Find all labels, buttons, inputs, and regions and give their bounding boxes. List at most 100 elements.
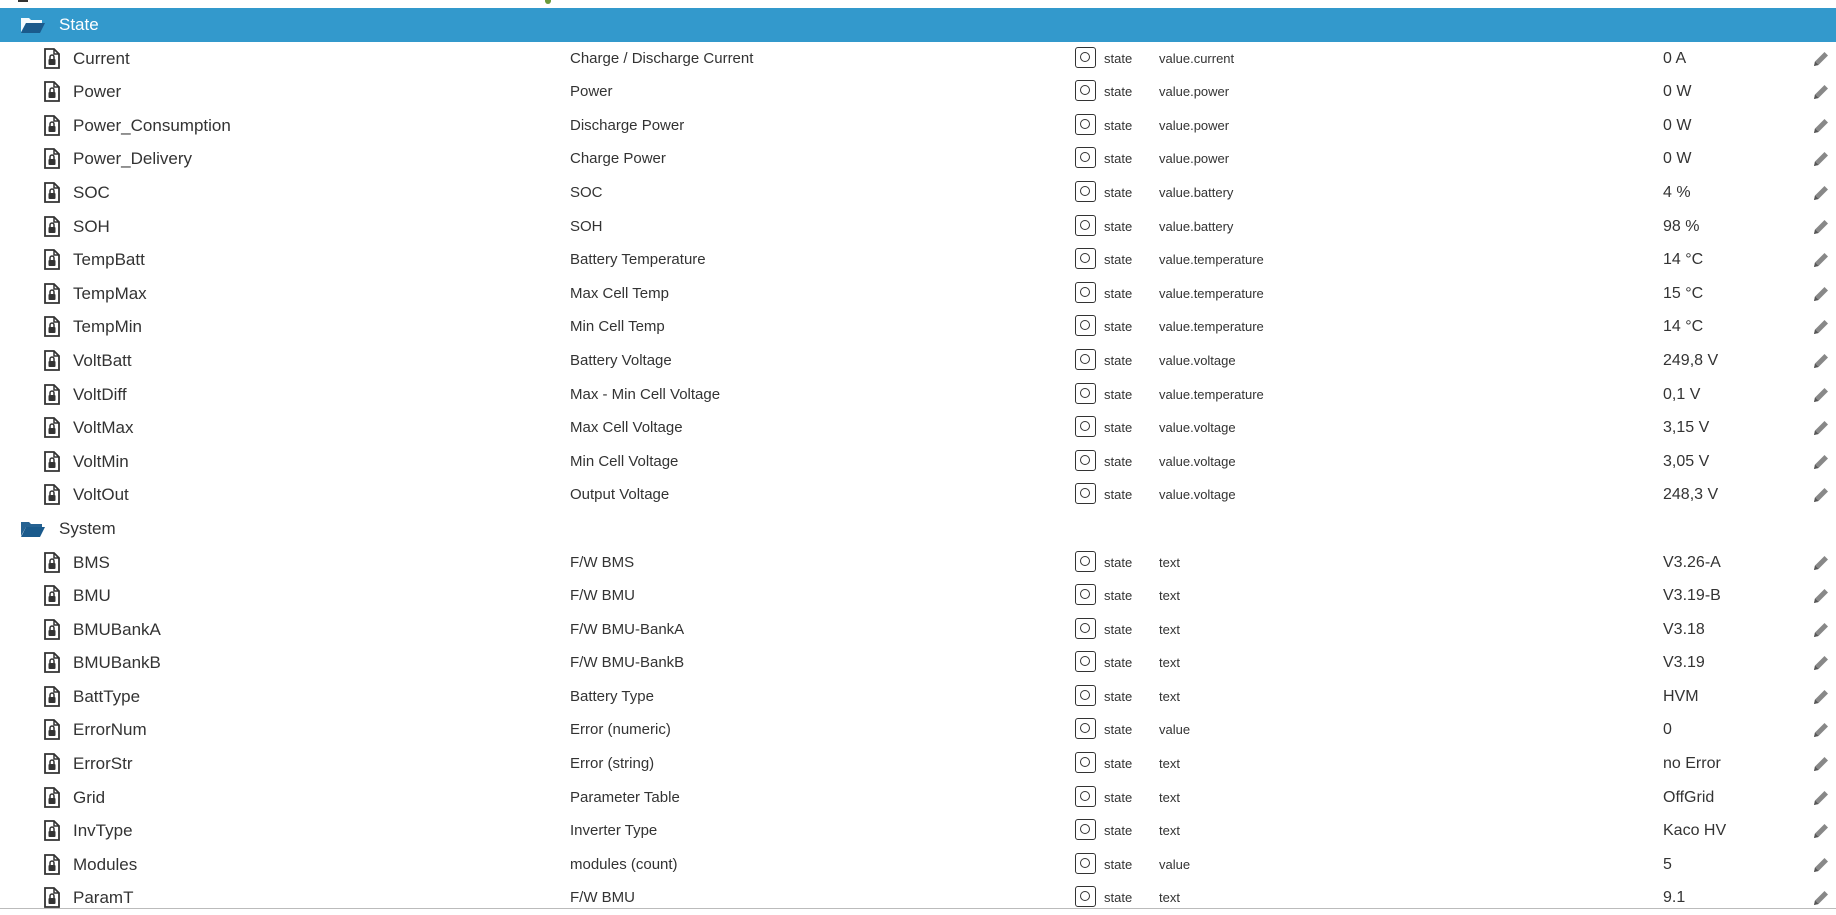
object-description: modules (count) xyxy=(570,855,678,873)
object-row[interactable]: Grid Parameter Table state text OffGrid xyxy=(0,781,1836,815)
object-row[interactable]: Current Charge / Discharge Current state va… xyxy=(0,42,1836,76)
object-row[interactable]: TempMin Min Cell Temp state value.temperatu… xyxy=(0,310,1836,344)
object-row[interactable]: VoltOut Output Voltage state value.voltage 2… xyxy=(0,478,1836,512)
state-circle-icon[interactable] xyxy=(1075,348,1096,370)
circle-icon xyxy=(1080,790,1090,801)
pencil-icon[interactable] xyxy=(1811,217,1831,237)
pencil-icon[interactable] xyxy=(1811,116,1831,136)
state-circle-icon[interactable] xyxy=(1075,248,1096,270)
object-type: state xyxy=(1104,487,1133,503)
state-circle-icon[interactable] xyxy=(1075,315,1096,337)
object-row[interactable]: Power_Consumption Discharge Power state val… xyxy=(0,109,1836,143)
file-lock-icon xyxy=(43,887,61,909)
object-row[interactable]: BMUBankB F/W BMU-BankB state text V3.19 xyxy=(0,646,1836,680)
object-type: state xyxy=(1104,285,1133,301)
object-row[interactable]: VoltBatt Battery Voltage state value.voltag… xyxy=(0,344,1836,378)
object-row[interactable]: Power_Delivery Charge Power state value.pow… xyxy=(0,142,1836,176)
pencil-icon[interactable] xyxy=(1811,821,1831,841)
state-circle-icon[interactable] xyxy=(1075,584,1096,606)
pencil-icon[interactable] xyxy=(1811,788,1831,808)
object-row[interactable]: SOH SOH state value.battery 98 % xyxy=(0,210,1836,244)
pencil-icon[interactable] xyxy=(1811,553,1831,573)
state-circle-icon[interactable] xyxy=(1075,785,1096,807)
pencil-icon[interactable] xyxy=(1811,720,1831,740)
object-row[interactable]: Modules modules (count) state value 5 xyxy=(0,848,1836,882)
object-description: Inverter Type xyxy=(570,822,658,840)
object-description: Discharge Power xyxy=(570,116,685,134)
object-row[interactable]: VoltMax Max Cell Voltage state value.voltag… xyxy=(0,411,1836,445)
pencil-icon[interactable] xyxy=(1811,485,1831,505)
object-type: state xyxy=(1104,151,1133,167)
pencil-icon[interactable] xyxy=(1811,855,1831,875)
pencil-icon[interactable] xyxy=(1811,653,1831,673)
object-row[interactable]: TempMax Max Cell Temp state value.temperatu… xyxy=(0,277,1836,311)
state-circle-icon[interactable] xyxy=(1075,147,1096,169)
object-row[interactable]: BMUBankA F/W BMU-BankA state text V3.18 xyxy=(0,613,1836,647)
pencil-icon[interactable] xyxy=(1811,418,1831,438)
state-circle-icon[interactable] xyxy=(1075,281,1096,303)
object-row[interactable]: ErrorStr Error (string) state text no Error xyxy=(0,747,1836,781)
folder-open-icon[interactable] xyxy=(20,16,46,34)
object-description: SOC xyxy=(570,183,603,201)
state-circle-icon[interactable] xyxy=(1075,382,1096,404)
object-row[interactable]: VoltMin Min Cell Voltage state value.voltag… xyxy=(0,445,1836,479)
object-description: Error (numeric) xyxy=(570,721,671,739)
object-row[interactable]: BMS F/W BMS state text V3.26-A xyxy=(0,546,1836,580)
menu-icon[interactable] xyxy=(18,0,28,2)
object-description: F/W BMU-BankB xyxy=(570,654,685,672)
pencil-icon[interactable] xyxy=(1811,317,1831,337)
object-row[interactable]: InvType Inverter Type state text Kaco HV xyxy=(0,814,1836,848)
state-circle-icon[interactable] xyxy=(1075,718,1096,740)
pencil-icon[interactable] xyxy=(1811,82,1831,102)
object-role: value.battery xyxy=(1159,184,1234,200)
state-circle-icon[interactable] xyxy=(1075,46,1096,68)
object-name: Grid xyxy=(73,787,106,807)
state-circle-icon[interactable] xyxy=(1075,80,1096,102)
state-circle-icon[interactable] xyxy=(1075,214,1096,236)
pencil-icon[interactable] xyxy=(1811,888,1831,908)
state-circle-icon[interactable] xyxy=(1075,483,1096,505)
state-circle-icon[interactable] xyxy=(1075,886,1096,908)
object-row[interactable]: ErrorNum Error (numeric) state value 0 xyxy=(0,713,1836,747)
state-circle-icon[interactable] xyxy=(1075,416,1096,438)
state-circle-icon[interactable] xyxy=(1075,113,1096,135)
pencil-icon[interactable] xyxy=(1811,754,1831,774)
pencil-icon[interactable] xyxy=(1811,620,1831,640)
pencil-icon[interactable] xyxy=(1811,452,1831,472)
state-circle-icon[interactable] xyxy=(1075,651,1096,673)
pencil-icon[interactable] xyxy=(1811,351,1831,371)
pencil-icon[interactable] xyxy=(1811,49,1831,69)
state-circle-icon[interactable] xyxy=(1075,752,1096,774)
state-circle-icon[interactable] xyxy=(1075,819,1096,841)
pencil-icon[interactable] xyxy=(1811,586,1831,606)
object-row[interactable]: BattType Battery Type state text HVM xyxy=(0,680,1836,714)
object-role: text xyxy=(1159,756,1180,772)
object-value: 5 xyxy=(1663,855,1672,873)
object-row[interactable]: ParamT F/W BMU state text 9.1 xyxy=(0,881,1836,915)
state-circle-icon[interactable] xyxy=(1075,617,1096,639)
folder-row-system[interactable]: System xyxy=(0,512,1836,546)
object-row[interactable]: Power Power state value.power 0 W xyxy=(0,75,1836,109)
object-role: value.temperature xyxy=(1159,386,1264,402)
state-circle-icon[interactable] xyxy=(1075,449,1096,471)
object-row[interactable]: BMU F/W BMU state text V3.19-B xyxy=(0,579,1836,613)
pencil-icon[interactable] xyxy=(1811,385,1831,405)
object-row[interactable]: VoltDiff Max - Min Cell Voltage state value… xyxy=(0,378,1836,412)
object-row[interactable]: SOC SOC state value.battery 4 % xyxy=(0,176,1836,210)
object-type: state xyxy=(1104,789,1133,805)
state-circle-icon[interactable] xyxy=(1075,550,1096,572)
folder-open-icon[interactable] xyxy=(20,520,46,538)
object-name: ErrorStr xyxy=(73,754,133,774)
object-value: 3,15 V xyxy=(1663,419,1710,437)
object-type: state xyxy=(1104,655,1133,671)
state-circle-icon[interactable] xyxy=(1075,180,1096,202)
folder-row-state[interactable]: State xyxy=(0,8,1836,42)
pencil-icon[interactable] xyxy=(1811,284,1831,304)
object-row[interactable]: TempBatt Battery Temperature state value.te… xyxy=(0,243,1836,277)
pencil-icon[interactable] xyxy=(1811,687,1831,707)
pencil-icon[interactable] xyxy=(1811,149,1831,169)
pencil-icon[interactable] xyxy=(1811,183,1831,203)
state-circle-icon[interactable] xyxy=(1075,684,1096,706)
pencil-icon[interactable] xyxy=(1811,250,1831,270)
state-circle-icon[interactable] xyxy=(1075,852,1096,874)
